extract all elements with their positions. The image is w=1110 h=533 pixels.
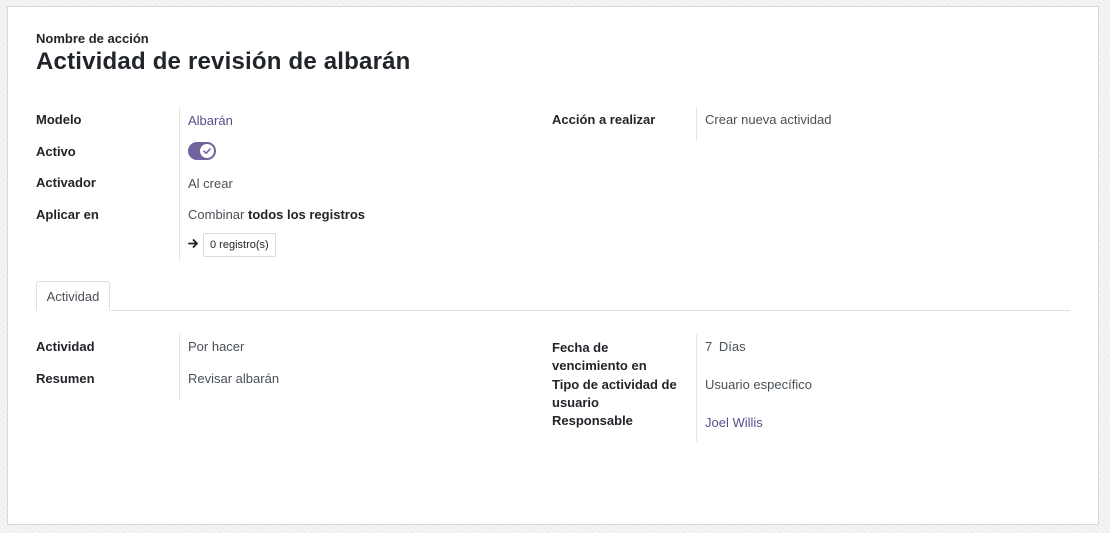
form-sheet: Nombre de acción Actividad de revisión d… xyxy=(7,6,1099,525)
responsible-field[interactable]: Joel Willis xyxy=(705,415,763,430)
summary-label: Resumen xyxy=(36,371,95,386)
activity-type-label: Actividad xyxy=(36,339,95,354)
activity-type-field[interactable]: Por hacer xyxy=(188,339,244,354)
summary-field[interactable]: Revisar albarán xyxy=(188,371,279,386)
model-field[interactable]: Albarán xyxy=(188,113,233,128)
apply-on-domain: todos los registros xyxy=(247,207,366,222)
responsible-label: Responsable xyxy=(552,413,633,428)
due-date-label: Fecha de vencimiento en xyxy=(552,339,647,375)
activity-left-separator xyxy=(179,334,180,400)
due-date-unit[interactable]: Días xyxy=(719,339,746,354)
apply-on-label: Aplicar en xyxy=(36,207,99,222)
tabs-underline xyxy=(36,310,1070,311)
active-label: Activo xyxy=(36,144,76,159)
model-label: Modelo xyxy=(36,112,82,127)
user-type-label-line1: Tipo de actividad de xyxy=(552,377,677,392)
right-separator xyxy=(696,107,697,141)
activity-right-separator xyxy=(696,334,697,442)
action-name-title[interactable]: Actividad de revisión de albarán xyxy=(36,48,411,76)
user-type-field[interactable]: Usuario específico xyxy=(705,377,812,392)
user-type-label: Tipo de actividad de usuario xyxy=(552,376,677,412)
due-date-label-line1: Fecha de xyxy=(552,340,609,355)
active-toggle[interactable] xyxy=(188,142,216,160)
due-date-number[interactable]: 7 xyxy=(705,339,712,354)
action-to-do-label: Acción a realizar xyxy=(552,112,656,127)
due-date-field[interactable]: 7 Días xyxy=(705,339,746,354)
action-to-do-field[interactable]: Crear nueva actividad xyxy=(705,112,831,127)
records-count-button[interactable]: 0 registro(s) xyxy=(203,233,276,257)
check-icon xyxy=(200,144,214,158)
due-date-label-line2: vencimiento en xyxy=(552,358,647,373)
left-separator xyxy=(179,107,180,261)
action-name-label: Nombre de acción xyxy=(36,31,149,46)
tab-actividad[interactable]: Actividad xyxy=(36,281,110,311)
trigger-label: Activador xyxy=(36,175,96,190)
user-type-label-line2: usuario xyxy=(552,395,599,410)
trigger-field[interactable]: Al crear xyxy=(188,176,233,191)
apply-on-field[interactable]: Combinar todos los registros xyxy=(188,207,365,222)
apply-on-prefix: Combinar xyxy=(188,207,245,222)
arrow-right-icon xyxy=(188,236,199,254)
